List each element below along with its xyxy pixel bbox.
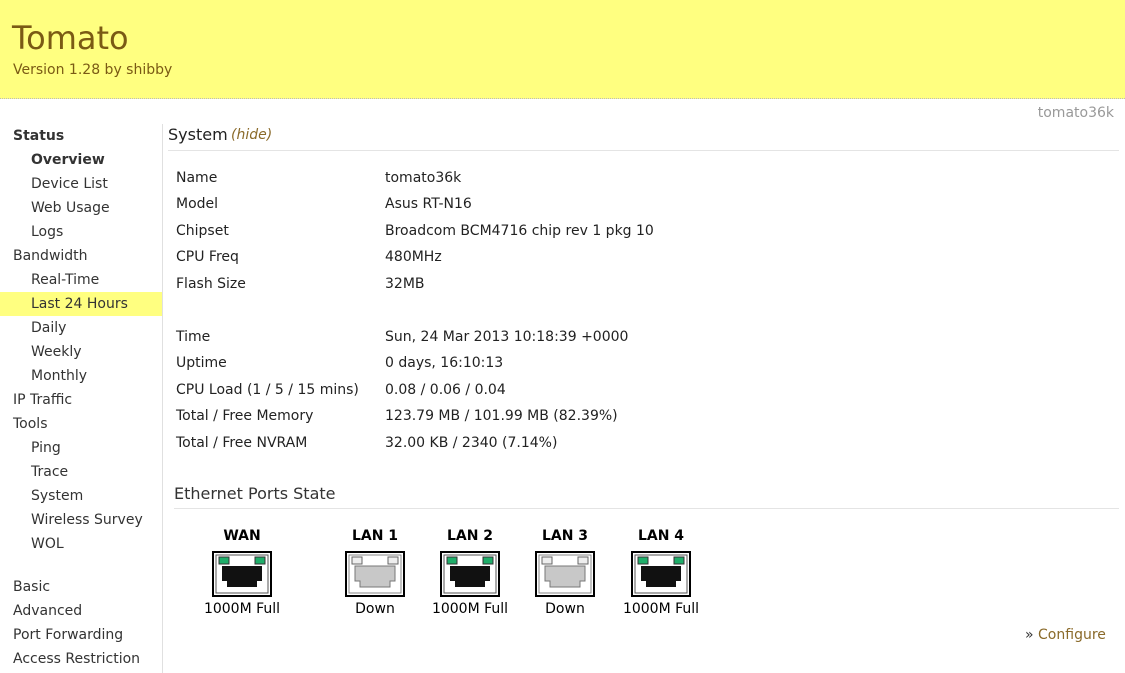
ethernet-port-connected-icon: [212, 551, 272, 597]
info-value: 123.79 MB / 101.99 MB (82.39%): [385, 408, 618, 424]
port-lan-3: LAN 3 Down: [515, 526, 615, 617]
sidebar-item-wireless-survey[interactable]: Wireless Survey: [0, 508, 162, 532]
info-label: CPU Freq: [176, 249, 239, 265]
sidebar-nav: Status Overview Device List Web Usage Lo…: [0, 124, 163, 673]
ethernet-port-connected-icon: [440, 551, 500, 597]
sidebar-item-ping[interactable]: Ping: [0, 436, 162, 460]
ethernet-port-down-icon: [345, 551, 405, 597]
sidebar-item-wol[interactable]: WOL: [0, 532, 162, 556]
port-name: LAN 4: [637, 528, 685, 544]
info-value: 32.00 KB / 2340 (7.14%): [385, 435, 558, 451]
sidebar-item-ip-traffic[interactable]: IP Traffic: [0, 388, 162, 412]
port-status: 1000M Full: [203, 601, 281, 617]
port-lan-1: LAN 1 Down: [325, 526, 425, 617]
port-status: 1000M Full: [431, 601, 509, 617]
sidebar-item-logs[interactable]: Logs: [0, 220, 162, 244]
info-value: Broadcom BCM4716 chip rev 1 pkg 10: [385, 223, 654, 239]
ethernet-port-down-icon: [535, 551, 595, 597]
section-title: Ethernet Ports State: [174, 484, 336, 503]
sidebar-item-web-usage[interactable]: Web Usage: [0, 196, 162, 220]
port-status: Down: [355, 601, 395, 617]
raquo-icon: »: [1025, 627, 1034, 643]
section-title: System: [168, 125, 228, 144]
port-status: 1000M Full: [622, 601, 700, 617]
info-label: Time: [176, 329, 211, 345]
info-label: Uptime: [176, 355, 227, 371]
port-name: LAN 1: [351, 528, 399, 544]
ethernet-port-connected-icon: [631, 551, 691, 597]
info-value: 0.08 / 0.06 / 0.04: [385, 382, 506, 398]
info-value: 0 days, 16:10:13: [385, 355, 504, 371]
sidebar-item-trace[interactable]: Trace: [0, 460, 162, 484]
port-lan-4: LAN 4 1000M Full: [611, 526, 711, 617]
ethernet-section-header: Ethernet Ports State: [174, 482, 1119, 509]
sidebar-item-bandwidth[interactable]: Bandwidth: [0, 244, 162, 268]
info-label: Chipset: [176, 223, 229, 239]
info-label: Total / Free NVRAM: [176, 435, 308, 451]
app-version: Version 1.28 by shibby: [13, 62, 173, 78]
sidebar-item-port-forwarding[interactable]: Port Forwarding: [0, 623, 162, 647]
info-label: Model: [176, 196, 219, 212]
info-label: Total / Free Memory: [176, 408, 314, 424]
sidebar-item-last-24-hours[interactable]: Last 24 Hours: [0, 292, 162, 316]
configure-link-row: » Configure: [1025, 627, 1106, 643]
sidebar-item-tools[interactable]: Tools: [0, 412, 162, 436]
sidebar-item-real-time[interactable]: Real-Time: [0, 268, 162, 292]
sidebar-item-system[interactable]: System: [0, 484, 162, 508]
configure-link[interactable]: Configure: [1038, 627, 1106, 643]
app-title: Tomato: [12, 19, 129, 57]
port-lan-2: LAN 2 1000M Full: [420, 526, 520, 617]
info-label: Name: [176, 170, 218, 186]
sidebar-item-basic[interactable]: Basic: [0, 575, 162, 599]
sidebar-item-advanced[interactable]: Advanced: [0, 599, 162, 623]
header: Tomato Version 1.28 by shibby: [0, 0, 1125, 99]
info-value: 480MHz: [385, 249, 442, 265]
sidebar-item-status[interactable]: Status: [0, 124, 162, 148]
port-name: LAN 3: [541, 528, 589, 544]
sidebar-item-overview[interactable]: Overview: [0, 148, 162, 172]
system-section-header: System (hide): [168, 124, 1119, 151]
sidebar-item-device-list[interactable]: Device List: [0, 172, 162, 196]
sidebar-item-weekly[interactable]: Weekly: [0, 340, 162, 364]
sidebar-item-access-restriction[interactable]: Access Restriction: [0, 647, 162, 671]
sidebar-item-daily[interactable]: Daily: [0, 316, 162, 340]
info-value: Asus RT-N16: [385, 196, 472, 212]
port-wan: WAN 1000M Full: [192, 526, 292, 617]
port-status: Down: [545, 601, 585, 617]
port-name: LAN 2: [446, 528, 494, 544]
router-hostname: tomato36k: [1037, 105, 1114, 121]
info-value: 32MB: [385, 276, 425, 292]
info-value: Sun, 24 Mar 2013 10:18:39 +0000: [385, 329, 629, 345]
info-value: tomato36k: [385, 170, 462, 186]
info-label: CPU Load (1 / 5 / 15 mins): [176, 382, 359, 398]
sidebar-item-monthly[interactable]: Monthly: [0, 364, 162, 388]
info-label: Flash Size: [176, 276, 246, 292]
port-name: WAN: [223, 528, 261, 544]
hide-section-link[interactable]: (hide): [231, 127, 272, 143]
